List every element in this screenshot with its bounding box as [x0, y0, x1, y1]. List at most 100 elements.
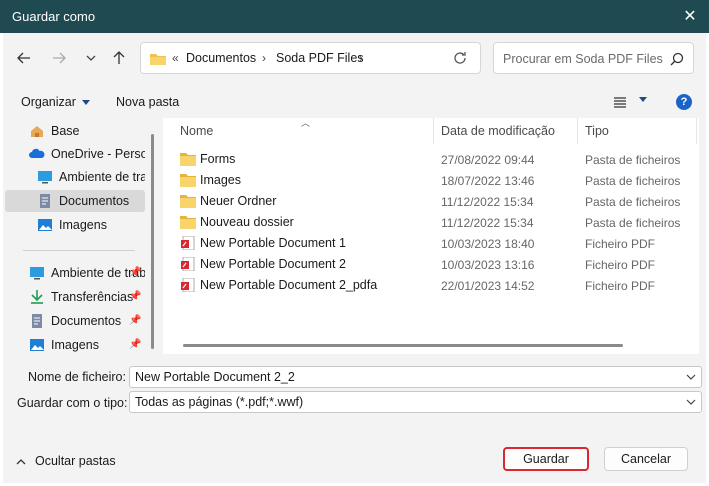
sidebar-item-desktop[interactable]: Ambiente de trabalho	[5, 166, 145, 188]
back-button[interactable]	[13, 47, 35, 69]
file-date: 11/12/2022 15:34	[441, 195, 534, 209]
save-button[interactable]: Guardar	[503, 447, 589, 471]
pin-icon: 📌	[129, 267, 142, 278]
file-row[interactable]: Images 18/07/2022 13:46 Pasta de ficheir…	[163, 170, 699, 191]
image-icon	[38, 219, 52, 231]
file-type: Pasta de ficheiros	[585, 174, 681, 188]
forward-button[interactable]	[48, 47, 70, 69]
file-name: New Portable Document 1	[200, 236, 346, 250]
up-button[interactable]	[108, 47, 130, 69]
column-divider[interactable]	[433, 118, 434, 144]
chevron-up-icon	[16, 459, 26, 465]
chevron-down-icon	[86, 55, 96, 61]
file-type: Pasta de ficheiros	[585, 153, 681, 167]
pdf-file-icon	[181, 257, 195, 271]
breadcrumb-documentos[interactable]: Documentos	[186, 51, 256, 65]
caret-down-icon	[81, 100, 90, 106]
sidebar-item-base[interactable]: Base	[5, 120, 145, 142]
hide-folders-label: Ocultar pastas	[35, 454, 116, 468]
refresh-icon[interactable]	[452, 50, 468, 66]
caret-down-icon	[639, 97, 647, 102]
file-row[interactable]: New Portable Document 2 10/03/2023 13:16…	[163, 254, 699, 275]
column-header-name[interactable]: Nome	[180, 124, 213, 138]
search-icon	[670, 52, 684, 66]
file-row[interactable]: Neuer Ordner 11/12/2022 15:34 Pasta de f…	[163, 191, 699, 212]
organize-menu[interactable]: Organizar	[21, 95, 90, 109]
quick-access-imagens[interactable]: Imagens	[5, 334, 145, 354]
hide-folders-toggle[interactable]: Ocultar pastas	[15, 454, 116, 468]
pin-icon: 📌	[129, 291, 142, 302]
file-type: Pasta de ficheiros	[585, 195, 681, 209]
file-row[interactable]: Nouveau dossier 11/12/2022 15:34 Pasta d…	[163, 212, 699, 233]
file-date: 10/03/2023 13:16	[441, 258, 535, 272]
file-type: Ficheiro PDF	[585, 237, 656, 251]
image-icon	[30, 339, 44, 351]
file-name: Nouveau dossier	[200, 215, 294, 229]
sidebar-item-documentos[interactable]: Documentos	[5, 190, 145, 212]
sidebar-item-label: Imagens	[51, 338, 99, 352]
file-row[interactable]: Forms 27/08/2022 09:44 Pasta de ficheiro…	[163, 149, 699, 170]
folder-icon	[150, 54, 166, 65]
sidebar-item-label: Transferências	[51, 290, 134, 304]
chevron-down-icon[interactable]	[685, 396, 697, 408]
filename-input[interactable]: New Portable Document 2_2	[129, 366, 702, 388]
help-icon[interactable]: ?	[676, 94, 692, 110]
close-icon[interactable]: ✕	[677, 4, 703, 28]
folder-icon	[180, 216, 196, 229]
pin-icon: 📌	[129, 339, 142, 350]
breadcrumb-chevron-icon[interactable]: ›	[262, 51, 266, 65]
file-date: 11/12/2022 15:34	[441, 216, 534, 230]
file-list-scrollbar[interactable]	[183, 344, 623, 347]
view-options-button[interactable]	[613, 94, 653, 110]
column-header-type[interactable]: Tipo	[585, 124, 609, 138]
document-icon	[32, 314, 42, 328]
sidebar-item-label: OneDrive - Personal	[51, 147, 145, 161]
file-row[interactable]: New Portable Document 1 10/03/2023 18:40…	[163, 233, 699, 254]
overflow-chevron[interactable]: «	[172, 51, 179, 65]
sidebar-divider	[23, 250, 135, 251]
sidebar-item-label: Documentos	[59, 194, 130, 208]
file-type: Ficheiro PDF	[585, 279, 656, 293]
file-date: 27/08/2022 09:44	[441, 153, 535, 167]
pdf-file-icon	[181, 278, 195, 292]
arrow-up-icon	[113, 51, 125, 64]
save-type-select[interactable]: Todas as páginas (*.pdf;*.wwf)	[129, 391, 702, 413]
column-header-date[interactable]: Data de modificação	[441, 124, 555, 138]
sidebar-item-imagens[interactable]: Imagens	[5, 214, 145, 236]
search-box[interactable]: Procurar em Soda PDF Files	[493, 42, 694, 74]
folder-icon	[180, 195, 196, 208]
organize-label: Organizar	[21, 95, 76, 109]
file-name: Images	[200, 173, 241, 187]
sidebar-item-label: Ambiente de trabalho	[59, 170, 145, 184]
cloud-icon	[29, 148, 45, 158]
quick-access-desktop[interactable]: Ambiente de trabalho	[5, 262, 145, 284]
folder-icon	[180, 174, 196, 187]
sidebar-scrollbar[interactable]	[151, 134, 154, 349]
breadcrumb-soda-pdf-files[interactable]: Soda PDF Files	[276, 51, 364, 65]
sidebar-item-onedrive[interactable]: OneDrive - Personal	[5, 143, 145, 165]
file-row[interactable]: New Portable Document 2_pdfa 22/01/2023 …	[163, 275, 699, 296]
file-type: Pasta de ficheiros	[585, 216, 681, 230]
download-icon	[31, 290, 43, 304]
new-folder-button[interactable]: Nova pasta	[116, 95, 179, 109]
recent-locations-button[interactable]	[80, 47, 102, 69]
file-date: 10/03/2023 18:40	[441, 237, 535, 251]
sidebar-item-label: Base	[51, 124, 80, 138]
save-type-label: Guardar com o tipo:	[17, 396, 128, 410]
desktop-icon	[30, 267, 44, 280]
breadcrumb-chevron-icon[interactable]: ›	[359, 51, 363, 65]
file-date: 22/01/2023 14:52	[441, 279, 535, 293]
home-icon	[31, 126, 43, 137]
folder-icon	[180, 153, 196, 166]
filename-value: New Portable Document 2_2	[135, 370, 295, 384]
address-bar[interactable]: « Documentos › Soda PDF Files ›	[140, 42, 481, 74]
chevron-down-icon[interactable]	[685, 371, 697, 383]
file-name: Neuer Ordner	[200, 194, 277, 208]
pdf-file-icon	[181, 236, 195, 250]
column-divider[interactable]	[696, 118, 697, 144]
quick-access-downloads[interactable]: Transferências	[5, 286, 145, 308]
column-divider[interactable]	[577, 118, 578, 144]
file-list: ︿ Nome Data de modificação Tipo Forms 27…	[163, 118, 699, 354]
cancel-button[interactable]: Cancelar	[604, 447, 688, 471]
quick-access-documentos[interactable]: Documentos	[5, 310, 145, 332]
